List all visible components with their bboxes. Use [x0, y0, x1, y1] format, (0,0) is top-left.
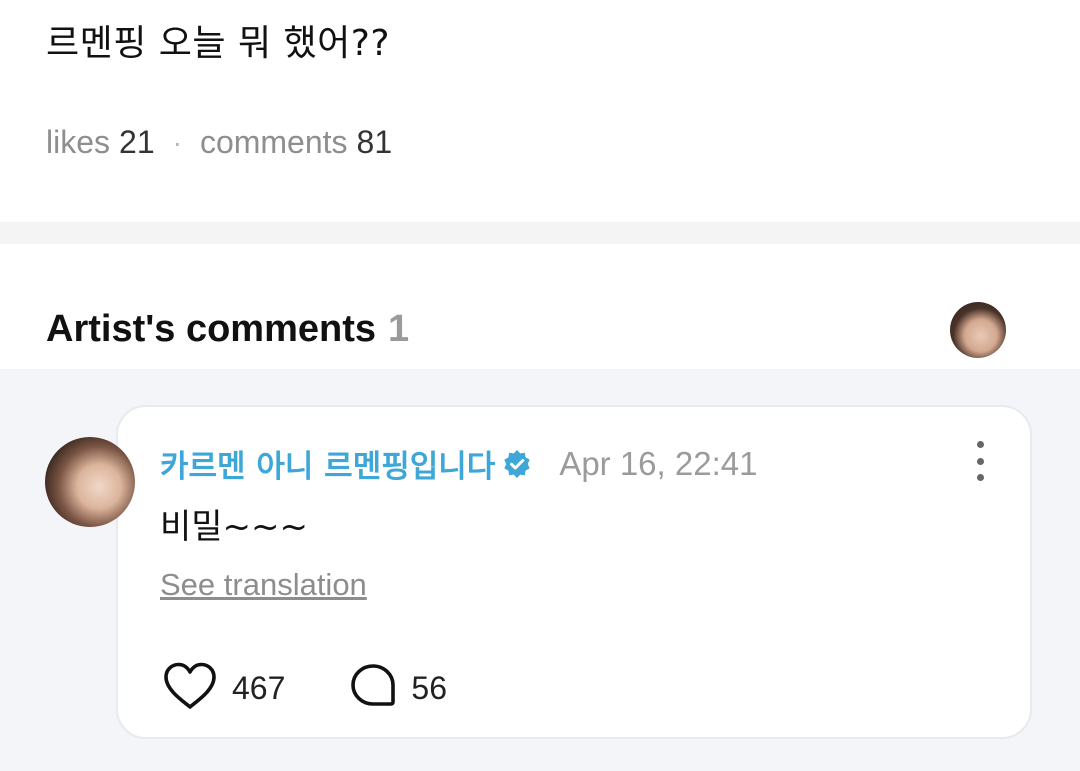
artist-comment-card: 카르멘 아니 르멘핑입니다 Apr 16, 22:41 비밀~~~ See tr… — [116, 405, 1032, 739]
comment-timestamp: Apr 16, 22:41 — [559, 444, 758, 482]
see-translation-link[interactable]: See translation — [160, 567, 367, 603]
artist-comments-header: Artist's comments 1 — [46, 308, 409, 351]
stats-separator: · — [172, 126, 182, 158]
reply-count: 56 — [411, 670, 447, 706]
artist-comments-title: Artist's comments — [46, 308, 377, 350]
comment-actions: 467 56 — [162, 661, 447, 716]
artist-comments-count: 1 — [388, 308, 410, 350]
like-button[interactable]: 467 — [162, 661, 285, 716]
comment-author-name[interactable]: 카르멘 아니 르멘핑입니다 — [160, 441, 495, 486]
comment-author-avatar[interactable] — [45, 437, 135, 527]
more-vertical-icon[interactable] — [974, 441, 986, 481]
likes-link[interactable]: likes 21 — [46, 124, 155, 161]
like-count: 467 — [232, 670, 286, 706]
comments-count: 81 — [356, 124, 393, 160]
likes-count: 21 — [119, 124, 155, 160]
post-stats: likes 21 · comments 81 — [46, 124, 392, 161]
comment-author-row: 카르멘 아니 르멘핑입니다 Apr 16, 22:41 — [160, 441, 757, 486]
comments-link[interactable]: comments 81 — [200, 124, 392, 161]
verified-badge-icon — [501, 448, 533, 480]
comments-label: comments — [199, 124, 348, 160]
comment-text: 비밀~~~ — [160, 507, 309, 547]
section-divider — [0, 222, 1080, 244]
heart-icon — [162, 661, 218, 716]
artist-avatar-small[interactable] — [950, 302, 1006, 358]
post-text: 르멘핑 오늘 뭐 했어?? — [46, 23, 391, 64]
reply-button[interactable]: 56 — [349, 662, 447, 715]
speech-bubble-icon — [349, 662, 397, 715]
likes-label: likes — [46, 124, 111, 160]
